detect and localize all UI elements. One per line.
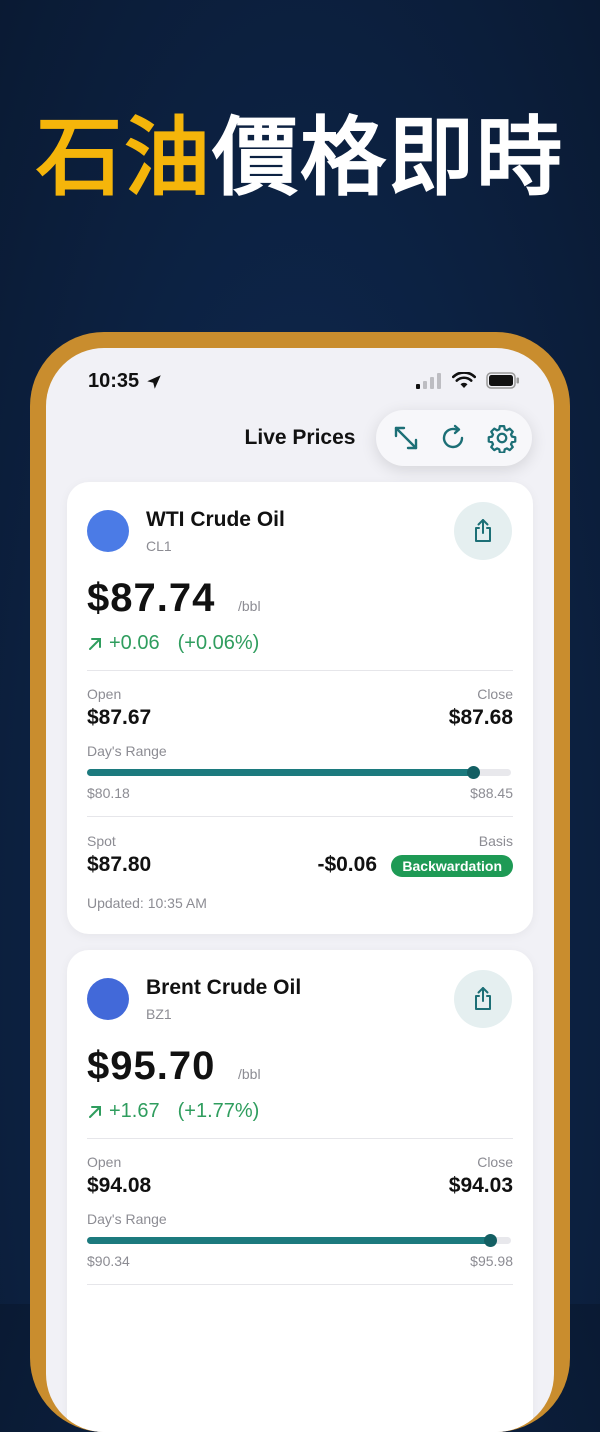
arrow-up-right-icon (89, 637, 101, 650)
share-button[interactable] (454, 502, 512, 560)
change-percent: (+0.06%) (177, 632, 260, 654)
refresh-button[interactable] (434, 418, 474, 458)
open-value: $87.67 (87, 706, 152, 729)
divider (87, 816, 513, 817)
divider (87, 1284, 513, 1285)
status-time: 10:35 (88, 370, 163, 393)
price-unit: /bbl (238, 598, 261, 614)
range-knob (466, 766, 480, 779)
commodity-symbol: CL1 (146, 538, 172, 554)
range-fill (87, 1237, 490, 1244)
signal-icon (416, 372, 441, 389)
commodity-symbol: BZ1 (146, 1006, 172, 1022)
commodity-name: Brent Crude Oil (146, 976, 302, 999)
wifi-icon (452, 372, 476, 388)
range-label: Day's Range (87, 1211, 167, 1227)
battery-icon (486, 372, 519, 389)
spot-value: $87.80 (87, 853, 152, 876)
spot-label: Spot (87, 833, 116, 849)
close-value: $87.68 (448, 706, 513, 729)
settings-button[interactable] (482, 418, 522, 458)
commodity-name: WTI Crude Oil (146, 508, 285, 531)
price-value: $87.74 (87, 576, 216, 620)
divider (87, 670, 513, 671)
status-time-text: 10:35 (88, 370, 140, 392)
open-label: Open (87, 686, 122, 702)
change-value: +1.67 (109, 1100, 160, 1122)
close-label: Close (477, 1154, 513, 1170)
arrow-up-right-icon (89, 1105, 101, 1118)
basis-label: Basis (478, 833, 513, 849)
change-percent: (+1.77%) (177, 1100, 260, 1122)
range-label: Day's Range (87, 743, 167, 759)
expand-button[interactable] (386, 418, 426, 458)
status-icons (416, 372, 520, 389)
share-icon (475, 519, 491, 542)
headline-rest: 價格即時 (212, 108, 564, 208)
change-value: +0.06 (109, 632, 160, 654)
open-value: $94.08 (87, 1174, 152, 1197)
share-button[interactable] (454, 970, 512, 1028)
nav-actions (376, 410, 532, 466)
divider (87, 1138, 513, 1139)
location-arrow-icon (147, 374, 161, 389)
headline-accent: 石油 (36, 108, 212, 208)
price-card-brent: Brent Crude Oil BZ1 $95.70 /bbl +1.67 (+… (67, 950, 533, 1432)
commodity-avatar (87, 510, 129, 552)
phone-frame: 10:35 Live Prices WTI Crude Oil CL1 $87.… (30, 332, 570, 1432)
price-change: +1.67 (+1.77%) (87, 1100, 259, 1123)
price-change: +0.06 (+0.06%) (87, 632, 259, 655)
open-label: Open (87, 1154, 122, 1170)
range-low: $80.18 (87, 785, 130, 801)
close-label: Close (477, 686, 513, 702)
expand-icon (394, 426, 418, 450)
commodity-avatar (87, 978, 129, 1020)
range-knob (483, 1234, 497, 1247)
promo-headline: 石油價格即時 (0, 108, 600, 208)
range-high: $95.98 (470, 1253, 513, 1269)
range-low: $90.34 (87, 1253, 130, 1269)
day-range-bar (87, 766, 511, 779)
price-value: $95.70 (87, 1044, 216, 1088)
price-card-wti: WTI Crude Oil CL1 $87.74 /bbl +0.06 (+0.… (67, 482, 533, 934)
range-fill (87, 769, 473, 776)
updated-timestamp: Updated: 10:35 AM (87, 895, 207, 911)
basis-value: -$0.06 (317, 853, 377, 876)
share-icon (475, 987, 491, 1010)
day-range-bar (87, 1234, 511, 1247)
app-screen: 10:35 Live Prices WTI Crude Oil CL1 $87.… (46, 348, 554, 1432)
close-value: $94.03 (448, 1174, 513, 1197)
range-high: $88.45 (470, 785, 513, 801)
gear-icon (487, 425, 517, 453)
status-badge: Backwardation (391, 855, 513, 877)
price-unit: /bbl (238, 1066, 261, 1082)
refresh-icon (442, 424, 464, 449)
